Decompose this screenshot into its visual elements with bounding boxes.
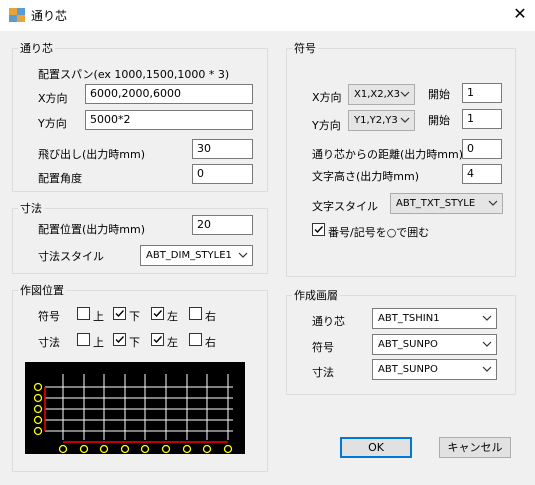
symbol-position-label: 符号 xyxy=(38,310,60,323)
symbol-bottom-checkbox[interactable] xyxy=(113,307,126,320)
chevron-down-icon xyxy=(488,200,498,206)
symbol-distance-label: 通り芯からの距離(出力時mm) xyxy=(312,148,464,161)
symbol-right-checkbox[interactable] xyxy=(189,307,202,320)
cancel-button[interactable]: キャンセル xyxy=(439,437,511,458)
layer-dim-value: ABT_SUNPO xyxy=(378,364,438,375)
check-icon xyxy=(115,336,125,344)
dim-bottom-label: 下 xyxy=(129,336,140,349)
angle-label: 配置角度 xyxy=(38,172,82,185)
y-span-label: Y方向 xyxy=(38,117,67,130)
ok-button[interactable]: OK xyxy=(340,437,412,458)
dim-style-value: ABT_DIM_STYLE1 xyxy=(146,250,232,261)
dim-bottom-checkbox[interactable] xyxy=(113,333,126,346)
layer-symbol-label: 符号 xyxy=(312,341,334,354)
check-icon xyxy=(115,310,125,318)
x-span-label: X方向 xyxy=(38,92,68,105)
symbol-distance-input[interactable]: 0 xyxy=(462,139,502,159)
symbol-right-label: 右 xyxy=(205,310,216,323)
symbol-y-start-label: 開始 xyxy=(428,114,450,127)
check-icon xyxy=(314,226,324,234)
overhang-input[interactable]: 30 xyxy=(192,139,253,159)
title-bar xyxy=(0,0,535,31)
grid-preview xyxy=(25,362,245,454)
window-title: 通り芯 xyxy=(31,9,68,23)
circle-symbol-checkbox[interactable] xyxy=(312,223,325,236)
layer-dim-label: 寸法 xyxy=(312,366,334,379)
symbol-y-combo[interactable]: Y1,Y2,Y3 xyxy=(348,110,415,131)
y-span-input[interactable]: 5000*2 xyxy=(85,110,253,130)
layer-symbol-combo[interactable]: ABT_SUNPO xyxy=(372,334,497,355)
placement-group-label: 作図位置 xyxy=(18,282,66,298)
chevron-down-icon xyxy=(400,117,410,123)
symbol-x-start-input[interactable]: 1 xyxy=(462,83,502,103)
symbol-left-label: 左 xyxy=(167,310,178,323)
symbol-x-value: X1,X2,X3 xyxy=(354,89,400,100)
text-height-input[interactable]: 4 xyxy=(462,164,502,184)
dim-position-label: 寸法 xyxy=(38,336,60,349)
dim-group-label: 寸法 xyxy=(18,200,44,216)
symbol-x-start-label: 開始 xyxy=(428,88,450,101)
symbol-top-label: 上 xyxy=(93,310,104,323)
dim-right-checkbox[interactable] xyxy=(189,333,202,346)
dim-offset-input[interactable]: 20 xyxy=(192,215,253,235)
x-span-input[interactable]: 6000,2000,6000 xyxy=(85,84,253,104)
grid-group-label: 通り芯 xyxy=(18,40,55,56)
dim-offset-label: 配置位置(出力時mm) xyxy=(38,223,146,236)
dim-left-label: 左 xyxy=(167,336,178,349)
chevron-down-icon xyxy=(238,252,248,258)
dim-style-combo[interactable]: ABT_DIM_STYLE1 xyxy=(140,245,253,266)
layer-grid-value: ABT_TSHIN1 xyxy=(378,313,440,324)
symbol-x-label: X方向 xyxy=(312,91,342,104)
circle-symbol-label: 番号/記号を○で囲む xyxy=(328,226,430,239)
dim-top-checkbox[interactable] xyxy=(77,333,90,346)
chevron-down-icon xyxy=(482,341,492,347)
check-icon xyxy=(153,310,163,318)
chevron-down-icon xyxy=(400,91,410,97)
text-style-label: 文字スタイル xyxy=(312,200,378,213)
symbol-top-checkbox[interactable] xyxy=(77,307,90,320)
layer-dim-combo[interactable]: ABT_SUNPO xyxy=(372,359,497,380)
symbol-y-start-input[interactable]: 1 xyxy=(462,109,502,129)
check-icon xyxy=(153,336,163,344)
angle-input[interactable]: 0 xyxy=(192,164,253,184)
text-style-value: ABT_TXT_STYLE xyxy=(396,198,476,209)
symbol-group-label: 符号 xyxy=(292,40,318,56)
dim-left-checkbox[interactable] xyxy=(151,333,164,346)
dim-right-label: 右 xyxy=(205,336,216,349)
symbol-y-value: Y1,Y2,Y3 xyxy=(354,115,398,126)
symbol-y-label: Y方向 xyxy=(312,119,341,132)
layer-grid-combo[interactable]: ABT_TSHIN1 xyxy=(372,308,497,329)
layer-grid-label: 通り芯 xyxy=(312,315,345,328)
dim-top-label: 上 xyxy=(93,336,104,349)
text-style-combo[interactable]: ABT_TXT_STYLE xyxy=(390,193,503,214)
overhang-label: 飛び出し(出力時mm) xyxy=(38,148,146,161)
text-height-label: 文字高さ(出力時mm) xyxy=(312,170,420,183)
symbol-bottom-label: 下 xyxy=(129,310,140,323)
app-icon xyxy=(9,8,25,22)
layer-symbol-value: ABT_SUNPO xyxy=(378,339,438,350)
dim-style-label: 寸法スタイル xyxy=(38,250,104,263)
symbol-x-combo[interactable]: X1,X2,X3 xyxy=(348,84,415,105)
close-icon[interactable]: ✕ xyxy=(510,4,530,24)
chevron-down-icon xyxy=(482,315,492,321)
symbol-left-checkbox[interactable] xyxy=(151,307,164,320)
span-label: 配置スパン(ex 1000,1500,1000 * 3) xyxy=(38,68,230,81)
layer-group-label: 作成画層 xyxy=(292,287,340,303)
chevron-down-icon xyxy=(482,366,492,372)
